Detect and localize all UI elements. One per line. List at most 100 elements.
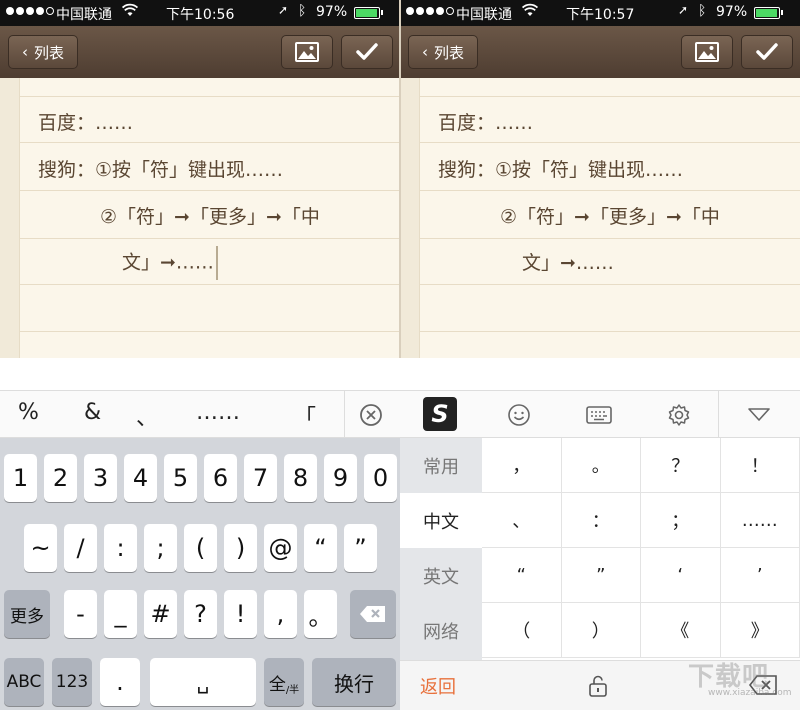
note-editor-left[interactable]: 百度：…… 搜狗：①按「符」键出现…… ②「符」➞「更多」➞「中 文」➞…… [0,78,400,358]
panel-divider [399,0,401,358]
backspace-key[interactable] [350,590,396,638]
back-to-list-button[interactable]: ‹ 列表 [408,35,478,69]
key[interactable]: . [100,658,140,706]
key[interactable]: 5 [164,454,197,502]
key[interactable]: 7 [244,454,277,502]
watermark-logo: 下载吧 www.xiazaiba.com [688,662,792,698]
symbol-cell[interactable]: ” [561,548,641,603]
done-button[interactable] [741,35,793,69]
key[interactable]: _ [104,590,137,638]
gear-icon[interactable] [665,401,693,429]
image-icon [695,42,719,62]
candidate-item[interactable]: 「 [294,400,316,432]
emoji-icon[interactable] [505,401,533,429]
key[interactable]: @ [264,524,297,572]
symbol-cell[interactable]: ！ [720,438,800,493]
category-network[interactable]: 网络 [400,603,482,658]
key[interactable]: 1 [4,454,37,502]
insert-image-button[interactable] [681,35,733,69]
key[interactable]: / [64,524,97,572]
symbol-cell[interactable]: 》 [720,603,800,658]
candidate-bar: % & 、 …… 「 [0,390,400,439]
symbol-cell[interactable]: 、 [482,493,562,548]
checkmark-icon [756,43,778,60]
key[interactable]: ) [224,524,257,572]
symbol-cell[interactable]: ， [482,438,562,493]
key[interactable]: - [64,590,97,638]
key[interactable]: 。 [304,590,337,638]
key[interactable]: ” [344,524,377,572]
note-line-with-caret: 文」➞…… [122,246,218,280]
numeric-key[interactable]: 123 [52,658,92,706]
battery-icon [754,7,780,19]
symbol-cell[interactable]: ‘ [641,548,721,603]
key[interactable]: ; [144,524,177,572]
symbol-cell[interactable]: ’ [720,548,800,603]
key[interactable]: ( [184,524,217,572]
back-to-list-button[interactable]: ‹ 列表 [8,35,78,69]
sogou-toolbar: S [345,390,800,439]
symbol-cell[interactable]: ： [561,493,641,548]
key[interactable]: : [104,524,137,572]
key[interactable]: 6 [204,454,237,502]
status-bar-left: 中国联通 下午10:56 ➚ ᛒ 97% [0,0,400,26]
key[interactable]: ! [224,590,257,638]
sogou-logo-icon[interactable]: S [423,397,457,431]
candidate-item[interactable]: & [84,400,101,425]
key[interactable]: 3 [84,454,117,502]
symbol-cell[interactable]: （ [482,603,562,658]
return-button[interactable]: 返回 [420,673,456,699]
battery-icon [354,7,380,19]
carrier-label: 中国联通 [56,7,112,23]
more-symbols-key[interactable]: 更多 [4,590,50,638]
symbol-cell[interactable]: ） [561,603,641,658]
battery-percent: 97% [316,4,348,20]
category-chinese[interactable]: 中文 [400,493,482,548]
key[interactable]: , [264,590,297,638]
symbol-cell[interactable]: 。 [561,438,641,493]
key[interactable]: 9 [324,454,357,502]
category-common[interactable]: 常用 [400,438,482,493]
newline-key[interactable]: 换行 [312,658,396,706]
key[interactable]: 4 [124,454,157,502]
abc-key[interactable]: ABC [4,658,44,706]
hide-keyboard-icon[interactable] [745,401,773,429]
key[interactable]: ? [184,590,217,638]
text-caret [215,246,218,280]
bluetooth-icon: ᛒ [298,3,307,19]
note-editor-right[interactable]: 百度：…… 搜狗：①按「符」键出现…… ②「符」➞「更多」➞「中 文」➞…… [400,78,800,358]
symbol-grid: ， 。 ？ ！ 、 ： ； …… “ ” ‘ ’ （ ） 《 》 [482,438,800,660]
full-half-width-key[interactable]: 全/半 [264,658,304,706]
note-line: 文」➞…… [522,252,614,274]
symbol-cell[interactable]: ？ [641,438,721,493]
space-key[interactable]: ␣ [150,658,256,706]
category-english[interactable]: 英文 [400,548,482,603]
key[interactable]: ~ [24,524,57,572]
candidate-item[interactable]: % [18,400,39,425]
insert-image-button[interactable] [281,35,333,69]
location-icon: ➚ [678,3,689,17]
symbol-cell[interactable]: ； [641,493,721,548]
symbol-cell[interactable]: …… [720,493,800,548]
close-circle-icon[interactable] [357,401,385,429]
key[interactable]: 8 [284,454,317,502]
carrier-label: 中国联通 [456,7,512,23]
key[interactable]: “ [304,524,337,572]
keyboard-icon[interactable] [585,401,613,429]
key[interactable]: 0 [364,454,397,502]
chevron-left-icon: ‹ [421,43,428,61]
symbol-cell[interactable]: “ [482,548,562,603]
candidate-item[interactable]: 、 [136,400,158,432]
backspace-icon [360,606,385,622]
note-line: 搜狗：①按「符」键出现…… [38,159,284,181]
clock-label: 下午10:57 [566,7,635,23]
key[interactable]: 2 [44,454,77,502]
lock-icon[interactable] [588,675,608,701]
symbol-cell[interactable]: 《 [641,603,721,658]
key[interactable]: # [144,590,177,638]
candidate-item[interactable]: …… [196,400,240,425]
note-line: 百度：…… [38,112,134,134]
done-button[interactable] [341,35,393,69]
chevron-left-icon: ‹ [21,43,28,61]
location-icon: ➚ [278,3,289,17]
